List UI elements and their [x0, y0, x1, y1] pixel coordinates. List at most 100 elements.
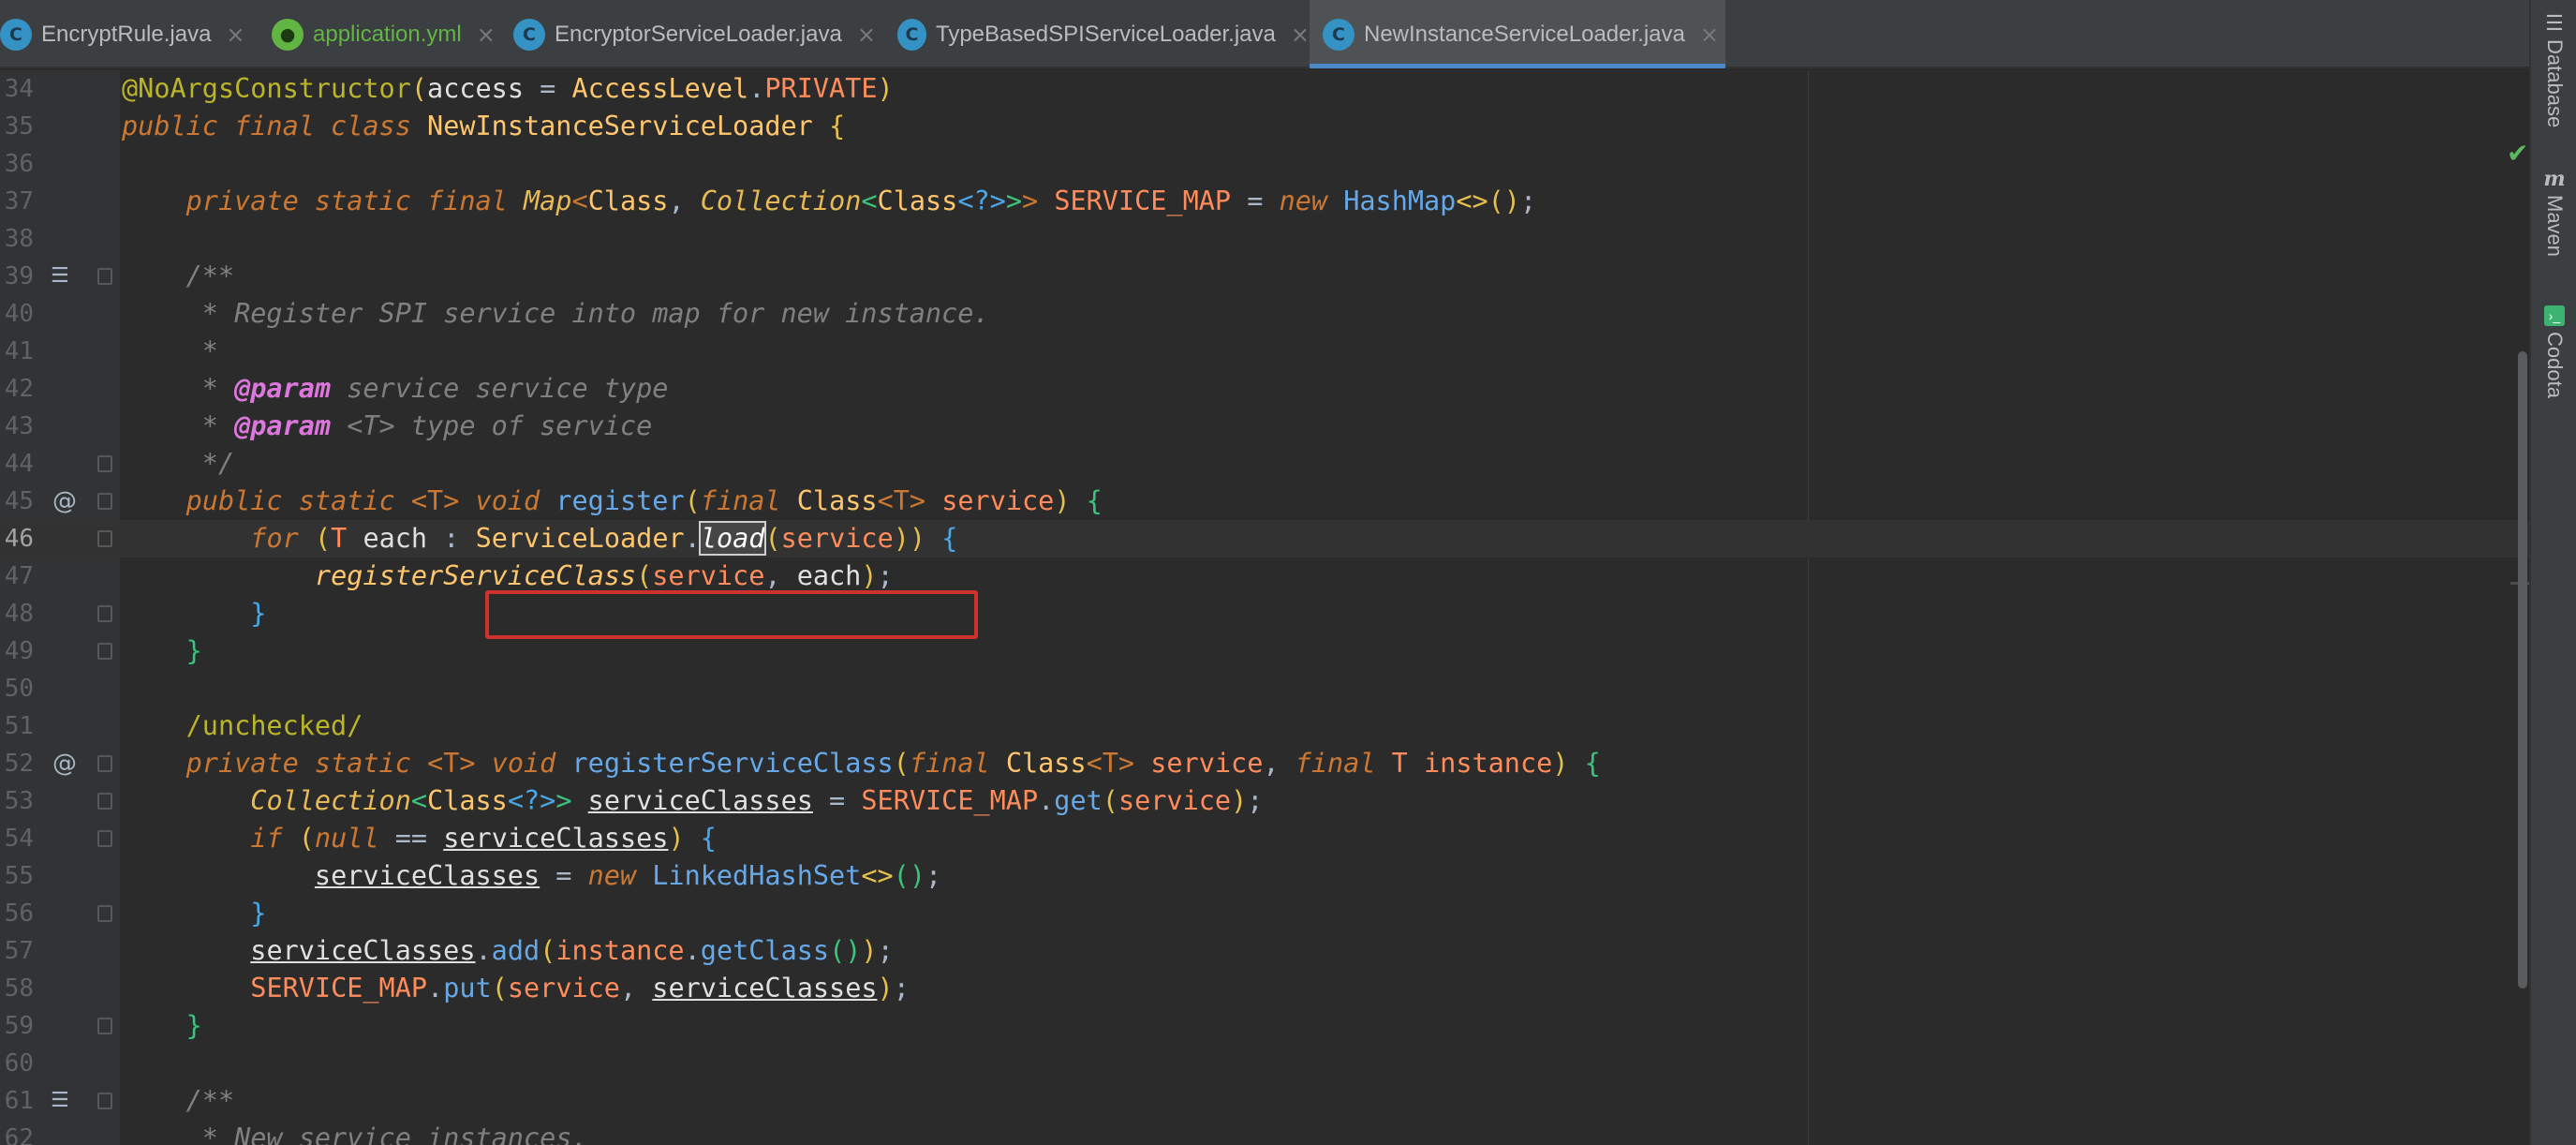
code-text: serviceClasses.add(instance.getClass()); — [250, 935, 894, 966]
close-icon[interactable]: × — [1700, 22, 1719, 48]
fold-icon[interactable] — [97, 493, 112, 510]
line-number: 40 — [4, 300, 34, 328]
yaml-file-icon: ● — [272, 18, 303, 51]
code-text: private static final Map<Class, Collecti… — [185, 186, 1537, 216]
rendered-doc-icon[interactable]: ☰ — [51, 1088, 69, 1114]
code-line: 57 serviceClasses.add(instance.getClass(… — [0, 932, 2529, 970]
fold-icon[interactable] — [97, 455, 112, 472]
code-line: 51 /unchecked/ — [0, 707, 2529, 745]
code-line: 52 @ private static <T> void registerSer… — [0, 745, 2529, 782]
code-line: 49 } — [0, 632, 2529, 670]
java-class-icon: C — [897, 18, 926, 51]
line-number: 37 — [4, 187, 34, 216]
tab-application-yml[interactable]: ● application.yml × — [272, 0, 498, 68]
fold-icon[interactable] — [97, 530, 112, 547]
close-icon[interactable]: × — [1291, 22, 1310, 48]
fold-icon[interactable] — [97, 830, 112, 847]
line-number: 60 — [4, 1049, 34, 1078]
line-number: 57 — [4, 937, 34, 965]
line-number: 52 — [4, 750, 34, 778]
database-tab-label: Database — [2543, 39, 2567, 128]
code-line: 41 * — [0, 333, 2529, 370]
line-number: 59 — [4, 1012, 34, 1040]
fold-icon[interactable] — [97, 643, 112, 660]
tab-label: TypeBasedSPIServiceLoader.java — [935, 21, 1276, 47]
code-line: 60 — [0, 1045, 2529, 1082]
code-line: 48 } — [0, 595, 2529, 632]
tab-label: EncryptorServiceLoader.java — [555, 21, 842, 47]
maven-tab-label: Maven — [2543, 195, 2567, 258]
code-text: } — [185, 1010, 202, 1041]
code-text: * @param service service type — [122, 373, 669, 404]
code-text: * @param <T> type of service — [122, 410, 653, 441]
code-line: 54 if (null == serviceClasses) { — [0, 820, 2529, 857]
java-class-icon: C — [0, 18, 32, 51]
tab-encryptrule[interactable]: C EncryptRule.java × — [0, 0, 251, 68]
rendered-doc-icon[interactable]: ☰ — [51, 263, 69, 290]
code-line: 45 @ public static <T> void register(fin… — [0, 483, 2529, 520]
line-number: 34 — [4, 75, 34, 103]
code-line: 40 * Register SPI service into map for n… — [0, 295, 2529, 333]
tab-label: EncryptRule.java — [41, 21, 212, 47]
line-number: 46 — [4, 525, 34, 553]
fold-icon[interactable] — [97, 793, 112, 810]
code-text: public static <T> void register(final Cl… — [185, 485, 1103, 516]
fold-icon[interactable] — [97, 605, 112, 622]
implemented-marker-icon[interactable]: @ — [52, 488, 77, 514]
codota-tool-tab[interactable]: ›_ Codota — [2531, 305, 2576, 398]
no-problems-check-icon[interactable]: ✔ — [2507, 138, 2528, 169]
fold-icon[interactable] — [97, 755, 112, 772]
code-text: } — [250, 598, 267, 629]
line-number: 54 — [4, 825, 34, 853]
code-line: 56 } — [0, 895, 2529, 932]
tab-newinstanceserviceloader[interactable]: C NewInstanceServiceLoader.java × — [1310, 0, 1725, 68]
code-text: */ — [122, 448, 235, 479]
codota-icon: ›_ — [2544, 305, 2565, 326]
implemented-marker-icon[interactable]: @ — [52, 751, 77, 777]
code-text: registerServiceClass(service, each); — [314, 560, 894, 591]
editor-tab-bar: C EncryptRule.java × ● application.yml ×… — [0, 0, 2576, 68]
annotation-highlight-box — [485, 590, 978, 639]
line-number: 44 — [4, 450, 34, 478]
fold-icon[interactable] — [97, 905, 112, 922]
tab-typebasedspiserviceloader[interactable]: C TypeBasedSPIServiceLoader.java × — [897, 0, 1310, 68]
line-number: 43 — [4, 412, 34, 440]
line-number: 51 — [4, 712, 34, 740]
code-line: 47 registerServiceClass(service, each); — [0, 558, 2529, 595]
code-text: * — [122, 335, 218, 366]
database-tool-tab[interactable]: ☰ Database — [2531, 11, 2576, 128]
code-text: serviceClasses = new LinkedHashSet<>(); — [314, 860, 942, 891]
line-number: 50 — [4, 675, 34, 703]
code-text: * Register SPI service into map for new … — [122, 298, 990, 329]
code-line-current: 46 for (T each : ServiceLoader.load(serv… — [0, 520, 2529, 558]
code-editor[interactable]: 34 @NoArgsConstructor(access = AccessLev… — [0, 70, 2535, 1145]
codota-tab-label: Codota — [2543, 332, 2567, 398]
line-number: 42 — [4, 375, 34, 403]
code-line: 59 } — [0, 1007, 2529, 1045]
java-class-icon: C — [1323, 18, 1355, 51]
close-icon[interactable]: × — [477, 22, 496, 48]
code-line: 42 * @param service service type — [0, 370, 2529, 408]
vertical-scrollbar[interactable] — [2518, 351, 2527, 989]
code-text: } — [250, 898, 267, 929]
close-icon[interactable]: × — [857, 22, 876, 48]
line-number: 35 — [4, 112, 34, 141]
fold-icon[interactable] — [97, 1093, 112, 1109]
code-line: 50 — [0, 670, 2529, 707]
code-line: 39 ☰ /** — [0, 258, 2529, 295]
fold-icon[interactable] — [97, 1018, 112, 1034]
line-number: 45 — [4, 487, 34, 515]
maven-tool-tab[interactable]: m Maven — [2531, 167, 2576, 258]
line-number: 61 — [4, 1087, 34, 1115]
code-text: SERVICE_MAP.put(service, serviceClasses)… — [250, 973, 910, 1004]
right-tool-strip: ☰ Database m Maven ›_ Codota — [2529, 0, 2576, 1145]
close-icon[interactable]: × — [226, 22, 244, 48]
database-icon: ☰ — [2545, 11, 2564, 35]
line-number: 55 — [4, 862, 34, 890]
java-class-icon: C — [513, 18, 545, 51]
line-number: 38 — [4, 225, 34, 253]
line-number: 48 — [4, 600, 34, 628]
tab-encryptorserviceloader[interactable]: C EncryptorServiceLoader.java × — [513, 0, 881, 68]
code-text: /** — [122, 1085, 235, 1116]
fold-icon[interactable] — [97, 268, 112, 285]
